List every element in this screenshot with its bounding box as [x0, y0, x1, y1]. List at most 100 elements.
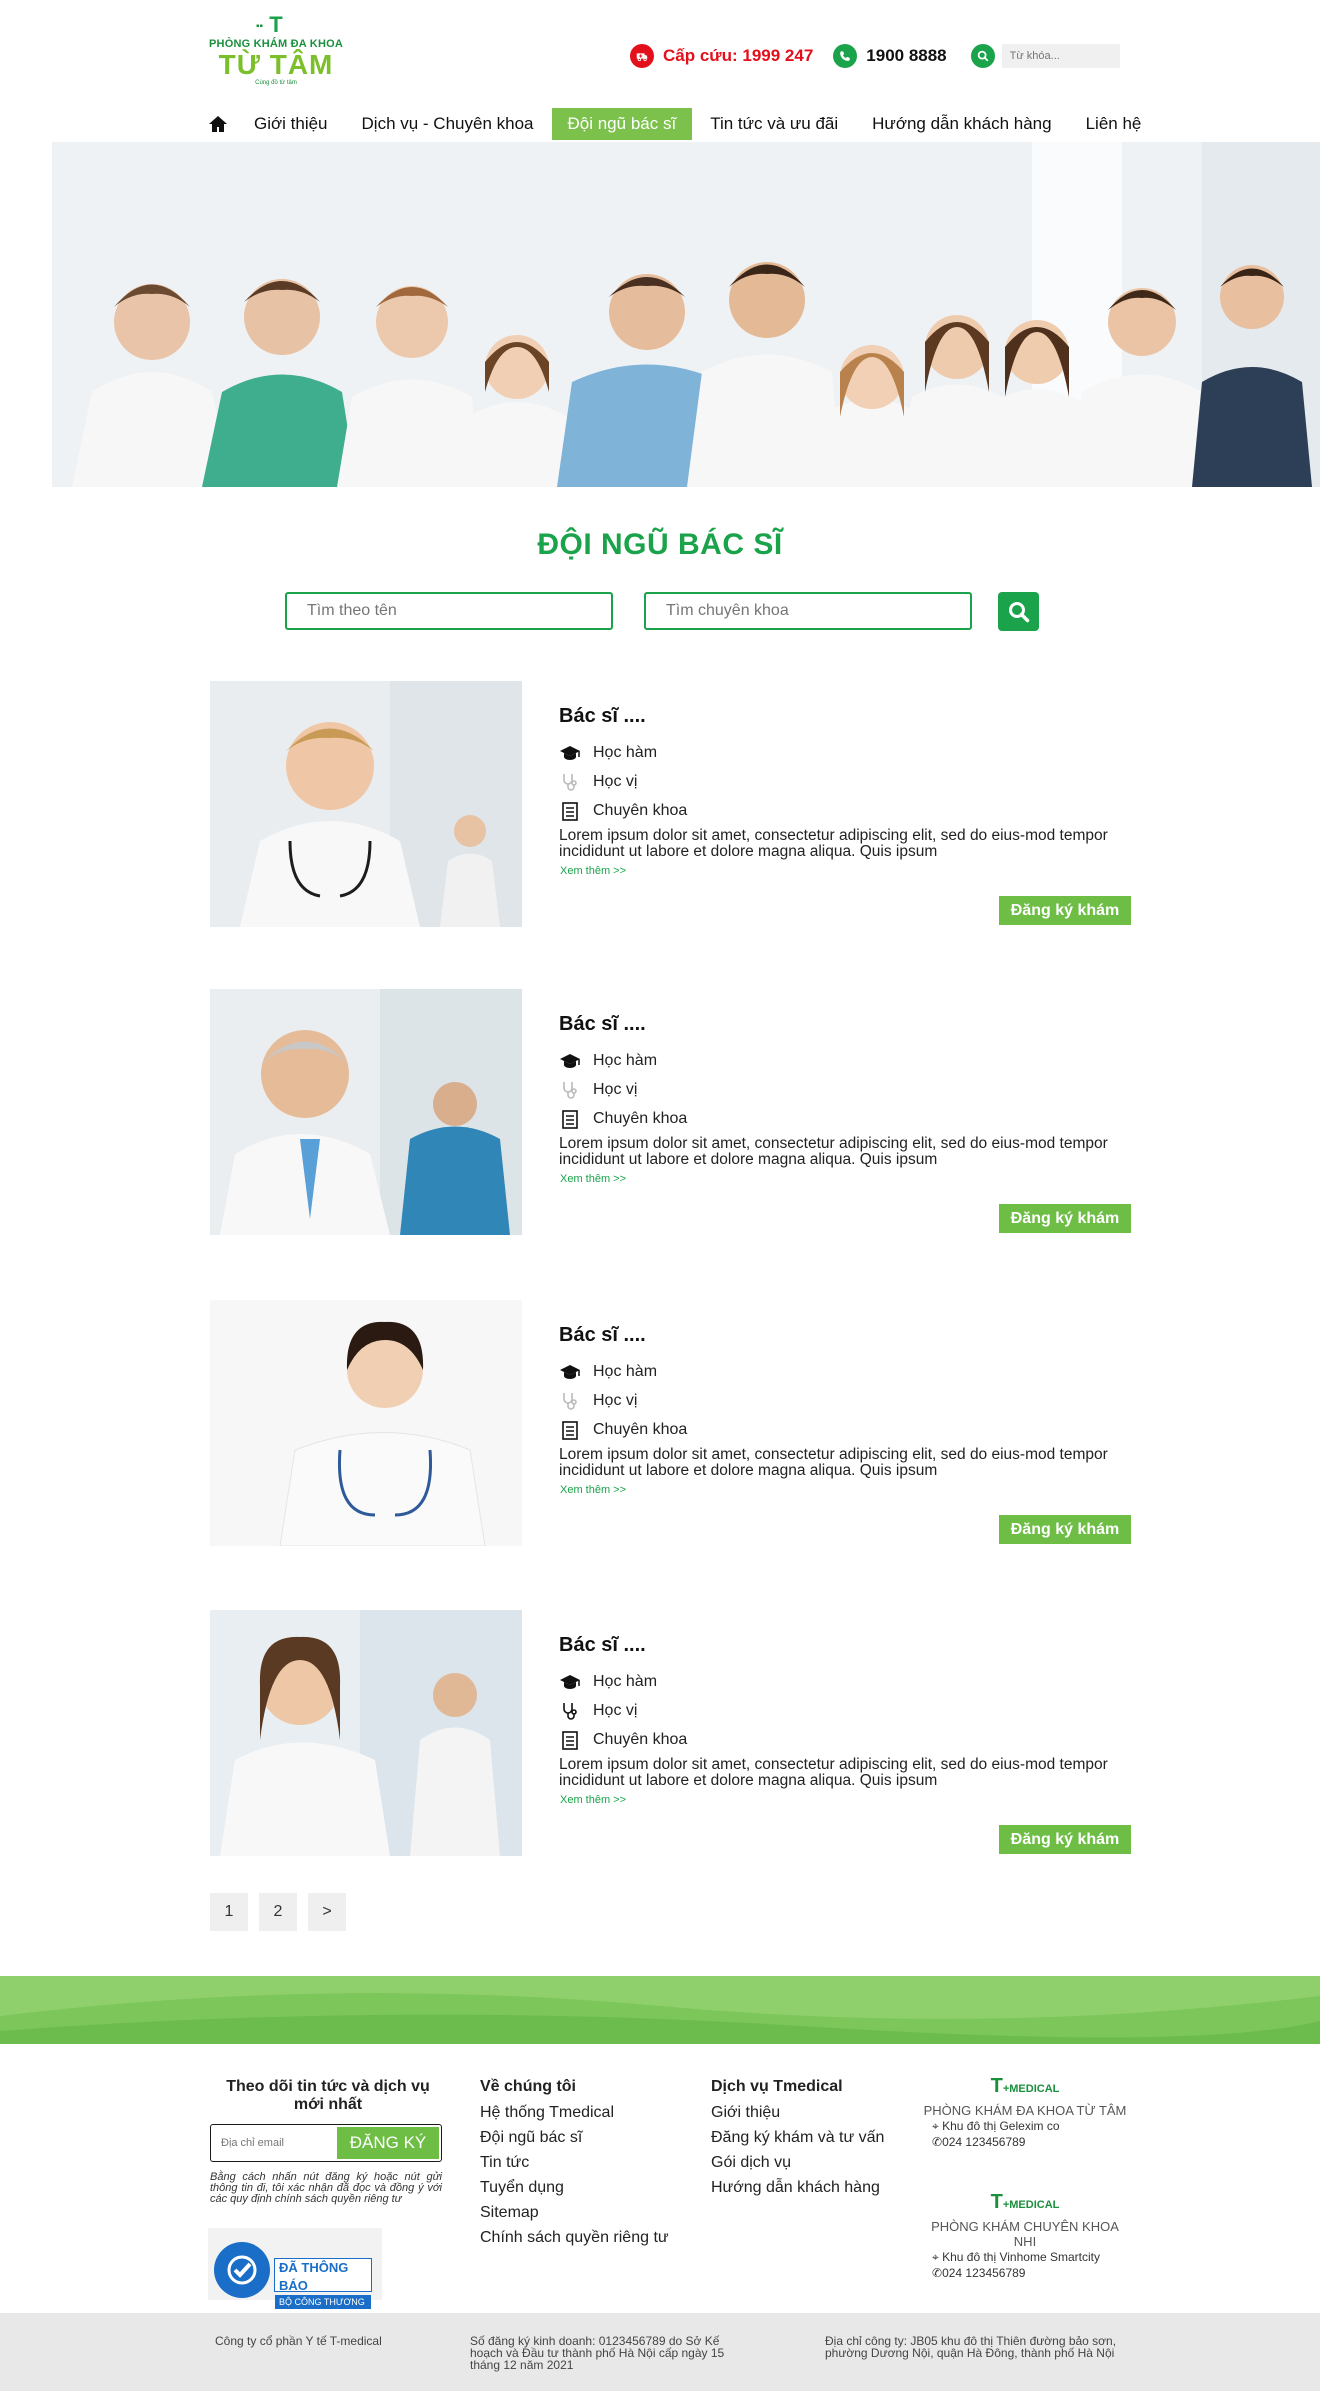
- nav-item-guide[interactable]: Hướng dẫn khách hàng: [872, 108, 1051, 140]
- footer-link-booking[interactable]: Đăng ký khám và tư vấn: [711, 2125, 884, 2150]
- home-icon[interactable]: [208, 114, 228, 134]
- academic-title: Học hàm: [593, 1363, 658, 1380]
- keyword-search-input[interactable]: [1001, 44, 1120, 68]
- page-1-button[interactable]: 1: [210, 1893, 248, 1931]
- doctor-description: Lorem ipsum dolor sit amet, consectetur …: [559, 1446, 1108, 1479]
- academic-title-row: Học hàm: [559, 742, 657, 764]
- badge-line2: BỘ CÔNG THƯƠNG: [275, 2295, 371, 2309]
- read-more-link[interactable]: Xem thêm >>: [560, 1173, 626, 1185]
- footer-link-guide[interactable]: Hướng dẫn khách hàng: [711, 2175, 884, 2200]
- doctor-card: Bác sĩ .... Học hàm Học vị Chuyên khoa L…: [210, 989, 1132, 1237]
- footer-about-column: Về chúng tôi Hệ thống Tmedical Đội ngũ b…: [480, 2078, 669, 2250]
- stethoscope-icon: [559, 772, 585, 792]
- degree: Học vị: [593, 1081, 638, 1098]
- degree: Học vị: [593, 1702, 638, 1719]
- pagination: 1 2 >: [210, 1893, 357, 1931]
- doctor-name[interactable]: Bác sĩ ....: [559, 1634, 646, 1657]
- specialty-row: Chuyên khoa: [559, 800, 687, 822]
- academic-title-row: Học hàm: [559, 1361, 657, 1383]
- doctor-photo[interactable]: [210, 989, 522, 1235]
- specialty: Chuyên khoa: [593, 1421, 688, 1438]
- graduation-cap-icon: [559, 1362, 585, 1382]
- search-button[interactable]: [998, 592, 1039, 631]
- search-specialty-input[interactable]: [644, 592, 972, 630]
- hotline-phone[interactable]: 1900 8888: [866, 46, 946, 66]
- next-page-button[interactable]: >: [308, 1893, 346, 1931]
- doctor-photo[interactable]: [210, 681, 522, 927]
- book-appointment-button[interactable]: Đăng ký khám: [999, 1825, 1131, 1854]
- location-pin-icon: ⌖: [932, 2250, 943, 2264]
- doctor-photo[interactable]: [210, 1610, 522, 1856]
- footer-link-packages[interactable]: Gói dịch vụ: [711, 2150, 884, 2175]
- read-more-link[interactable]: Xem thêm >>: [560, 865, 626, 877]
- read-more-link[interactable]: Xem thêm >>: [560, 1794, 626, 1806]
- specialty: Chuyên khoa: [593, 1110, 688, 1127]
- footer-link-doctors[interactable]: Đội ngũ bác sĩ: [480, 2125, 669, 2150]
- search-by-name-input[interactable]: [285, 592, 613, 630]
- footer-legal-bar: Công ty cổ phần Y tế T-medical Số đăng k…: [0, 2313, 1320, 2391]
- newsletter-email-input[interactable]: [221, 2134, 331, 2152]
- specialty-row: Chuyên khoa: [559, 1419, 687, 1441]
- brand-address: ⌖ Khu đô thị Vinhome Smartcity: [932, 2250, 1100, 2264]
- footer-link-sitemap[interactable]: Sitemap: [480, 2200, 669, 2225]
- degree-row: Học vị: [559, 1390, 637, 1412]
- doctor-name[interactable]: Bác sĩ ....: [559, 1013, 646, 1036]
- badge-line1: ĐÃ THÔNG BÁO: [279, 2260, 349, 2293]
- clinic-logo[interactable]: T ▪▪ PHÒNG KHÁM ĐA KHOA TỪ TÂM Cùng đồ từ…: [208, 14, 344, 94]
- nav-item-news[interactable]: Tin tức và ưu đãi: [710, 108, 838, 140]
- nav-item-about[interactable]: Giới thiệu: [254, 108, 328, 140]
- brand-name: PHÒNG KHÁM ĐA KHOA TỪ TÂM: [923, 2103, 1127, 2118]
- specialty-row: Chuyên khoa: [559, 1729, 687, 1751]
- academic-title: Học hàm: [593, 1673, 658, 1690]
- specialty-row: Chuyên khoa: [559, 1108, 687, 1130]
- footer-link-news[interactable]: Tin tức: [480, 2150, 669, 2175]
- nav-item-doctors[interactable]: Đội ngũ bác sĩ: [551, 108, 693, 140]
- book-appointment-button[interactable]: Đăng ký khám: [999, 896, 1131, 925]
- tmedical-logo[interactable]: T+MEDICAL: [920, 2190, 1130, 2217]
- doctor-name[interactable]: Bác sĩ ....: [559, 1324, 646, 1347]
- degree-row: Học vị: [559, 1700, 637, 1722]
- graduation-cap-icon: [559, 1051, 585, 1071]
- clipboard-icon: [559, 1730, 585, 1750]
- footer-link-privacy[interactable]: Chính sách quyền riêng tư: [480, 2225, 669, 2250]
- check-icon: [214, 2242, 270, 2298]
- doctor-description: Lorem ipsum dolor sit amet, consectetur …: [559, 1135, 1108, 1168]
- academic-title-row: Học hàm: [559, 1671, 657, 1693]
- search-icon[interactable]: [970, 44, 995, 68]
- stethoscope-icon: [559, 1391, 585, 1411]
- nav-item-contact[interactable]: Liên hệ: [1086, 108, 1142, 140]
- newsletter-form: ĐĂNG KÝ: [210, 2124, 442, 2162]
- brand-pediatric-clinic: T+MEDICAL PHÒNG KHÁM CHUYÊN KHOA NHI ⌖ K…: [920, 2190, 1130, 2281]
- doctor-name[interactable]: Bác sĩ ....: [559, 705, 646, 728]
- book-appointment-button[interactable]: Đăng ký khám: [999, 1515, 1131, 1544]
- emergency-phone[interactable]: Cấp cứu: 1999 247: [663, 46, 813, 66]
- clipboard-icon: [559, 801, 585, 821]
- footer-link-careers[interactable]: Tuyển dụng: [480, 2175, 669, 2200]
- book-appointment-button[interactable]: Đăng ký khám: [999, 1204, 1131, 1233]
- newsletter-section: Theo dõi tin tức và dịch vụ mới nhất ĐĂN…: [210, 2078, 446, 2205]
- clipboard-icon: [559, 1420, 585, 1440]
- doctor-photo[interactable]: [210, 1300, 522, 1546]
- registered-ministry-badge[interactable]: ĐÃ THÔNG BÁO BỘ CÔNG THƯƠNG: [208, 2228, 382, 2309]
- brand-phone: ✆024 123456789: [932, 2266, 1026, 2280]
- academic-title-row: Học hàm: [559, 1050, 657, 1072]
- academic-title: Học hàm: [593, 744, 658, 761]
- doctor-description: Lorem ipsum dolor sit amet, consectetur …: [559, 827, 1108, 860]
- logo-line2: TỪ TÂM: [218, 49, 334, 80]
- logo-mark: T ▪▪: [256, 12, 283, 37]
- tmedical-logo[interactable]: T+MEDICAL: [920, 2074, 1130, 2101]
- hero-banner-image: [52, 142, 1320, 487]
- site-header: T ▪▪ PHÒNG KHÁM ĐA KHOA TỪ TÂM Cùng đồ từ…: [0, 0, 1320, 140]
- brand-name: PHÒNG KHÁM CHUYÊN KHOA NHI: [931, 2219, 1119, 2249]
- graduation-cap-icon: [559, 743, 585, 763]
- stethoscope-icon: [559, 1080, 585, 1100]
- page-2-button[interactable]: 2: [259, 1893, 297, 1931]
- footer-link-system[interactable]: Hệ thống Tmedical: [480, 2100, 669, 2125]
- subscribe-button[interactable]: ĐĂNG KÝ: [337, 2127, 439, 2159]
- specialty: Chuyên khoa: [593, 1731, 688, 1748]
- degree: Học vị: [593, 1392, 638, 1409]
- nav-item-services[interactable]: Dịch vụ - Chuyên khoa: [362, 108, 534, 140]
- footer-link-intro[interactable]: Giới thiệu: [711, 2100, 884, 2125]
- read-more-link[interactable]: Xem thêm >>: [560, 1484, 626, 1496]
- doctor-card: Bác sĩ .... Học hàm Học vị Chuyên khoa L…: [210, 681, 1132, 929]
